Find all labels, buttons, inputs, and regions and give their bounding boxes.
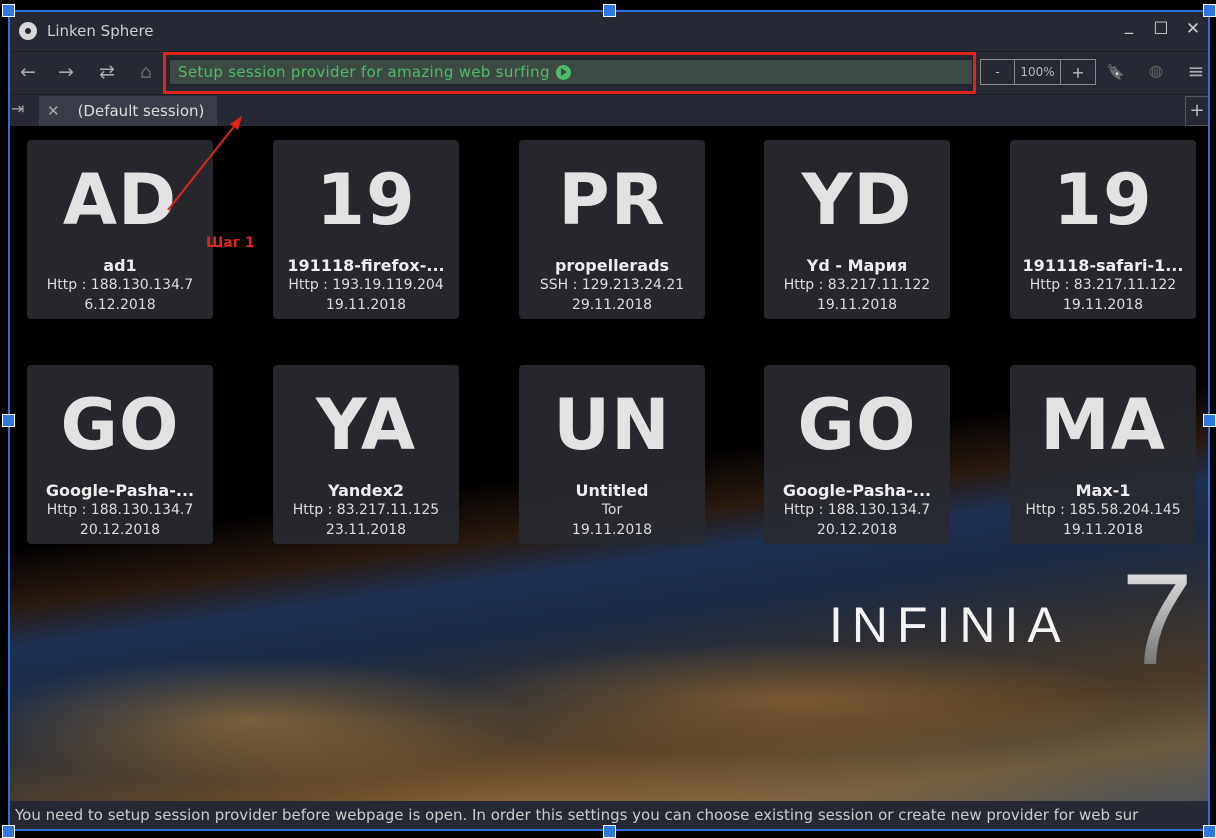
resize-handle[interactable]: [1203, 4, 1216, 17]
resize-handle[interactable]: [2, 414, 15, 427]
resize-handle[interactable]: [1203, 825, 1216, 838]
resize-handle[interactable]: [2, 825, 15, 838]
resize-handle[interactable]: [603, 4, 616, 17]
resize-handle[interactable]: [603, 825, 616, 838]
annotation-arrow: [167, 116, 242, 211]
resize-handle[interactable]: [2, 4, 15, 17]
annotation-label: Шаг 1: [206, 235, 255, 251]
resize-handle[interactable]: [1203, 414, 1216, 427]
